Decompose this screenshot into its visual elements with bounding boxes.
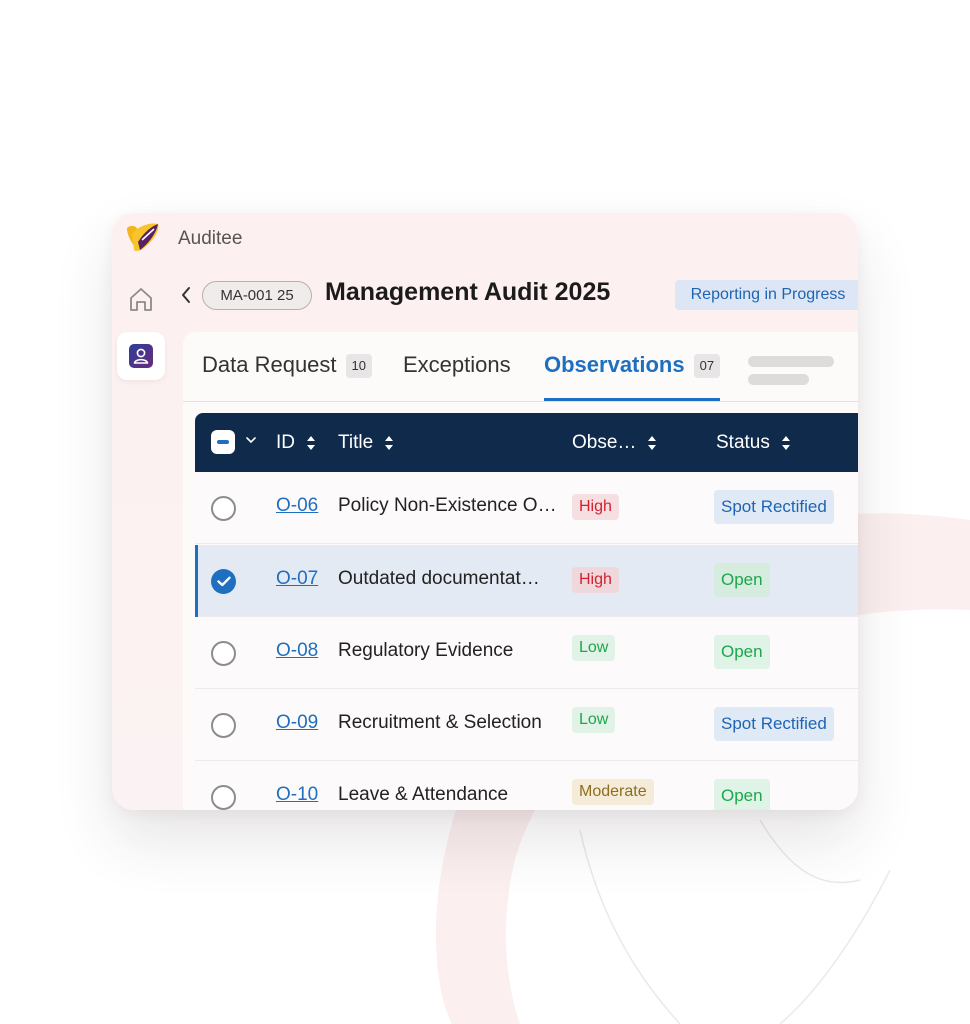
row-checkbox[interactable] (211, 641, 236, 666)
checkmark-icon (216, 576, 231, 587)
page-title: Management Audit 2025 (325, 278, 611, 306)
tab-label: Data Request (202, 352, 337, 377)
column-label: ID (276, 432, 295, 453)
row-checkbox[interactable] (211, 713, 236, 738)
chevron-left-icon[interactable] (180, 286, 192, 304)
table-row[interactable]: O-08 Regulatory Evidence Low Open (195, 617, 858, 689)
row-checkbox[interactable] (211, 569, 236, 594)
sidebar (112, 263, 170, 810)
app-window: Auditee MA-001 25 Management Audit 2025 … (112, 213, 858, 810)
observation-id-link[interactable]: O-06 (276, 495, 318, 517)
status-badge: Spot Rectified (714, 490, 834, 524)
loading-skeleton (748, 374, 809, 385)
status-badge: Open (714, 635, 770, 669)
tab-bar: Data Request 10 Exceptions Observations … (183, 332, 858, 402)
observation-title: Regulatory Evidence (338, 640, 514, 661)
select-all-checkbox[interactable] (211, 430, 235, 454)
auditee-logo-icon (127, 223, 159, 252)
chevron-down-icon[interactable] (246, 437, 256, 444)
status-badge: Spot Rectified (714, 707, 834, 741)
app-name: Auditee (178, 228, 243, 249)
row-checkbox[interactable] (211, 785, 236, 810)
sort-icon (307, 436, 315, 450)
tab-count-badge: 10 (345, 354, 372, 378)
sidebar-item-home[interactable] (117, 275, 165, 323)
loading-skeleton (748, 356, 834, 367)
severity-badge: Low (572, 635, 616, 661)
tab-exceptions[interactable]: Exceptions (403, 352, 511, 402)
column-header-observation[interactable]: Obse… (572, 432, 657, 454)
sort-icon (781, 436, 790, 450)
sidebar-item-profile[interactable] (117, 332, 165, 380)
column-header-id[interactable]: ID (276, 432, 315, 454)
observation-title: Recruitment & Selection (338, 712, 542, 733)
status-badge: Reporting in Progress (675, 280, 858, 310)
top-bar: Auditee (112, 213, 858, 263)
severity-badge: High (572, 494, 619, 520)
status-badge: Open (714, 779, 770, 810)
table-header: ID Title Obse… Status (195, 413, 858, 472)
status-badge: Open (714, 563, 770, 597)
column-label: Obse… (572, 432, 637, 453)
page-header: MA-001 25 Management Audit 2025 Reportin… (170, 263, 858, 332)
sort-icon (648, 436, 657, 450)
tab-observations[interactable]: Observations 07 (544, 352, 721, 401)
observation-id-link[interactable]: O-08 (276, 640, 318, 662)
sort-icon (385, 436, 394, 450)
row-checkbox[interactable] (211, 496, 236, 521)
column-label: Status (716, 432, 770, 453)
severity-badge: Low (572, 707, 616, 733)
severity-badge: High (572, 567, 619, 593)
observation-id-link[interactable]: O-07 (276, 568, 318, 590)
table-row[interactable]: O-09 Recruitment & Selection Low Spot Re… (195, 689, 858, 761)
severity-badge: Moderate (572, 779, 654, 805)
observation-id-link[interactable]: O-09 (276, 712, 318, 734)
user-profile-icon (129, 344, 153, 368)
column-label: Title (338, 432, 374, 453)
table-row[interactable]: O-07 Outdated documentat… High Open (195, 545, 858, 617)
home-icon (130, 288, 152, 311)
tab-data-request[interactable]: Data Request 10 (202, 352, 372, 402)
tab-label: Exceptions (403, 352, 511, 377)
tab-count-badge: 07 (693, 354, 721, 378)
column-header-title[interactable]: Title (338, 432, 394, 454)
column-header-status[interactable]: Status (716, 432, 790, 454)
audit-id-badge: MA-001 25 (202, 281, 312, 310)
observation-title: Outdated documentat… (338, 568, 540, 589)
tab-label: Observations (544, 352, 685, 377)
content-panel: Data Request 10 Exceptions Observations … (183, 332, 858, 810)
observations-table: ID Title Obse… Status O-06 Policy Non-Ex… (195, 413, 858, 810)
table-row[interactable]: O-10 Leave & Attendance Moderate Open (195, 761, 858, 810)
table-row[interactable]: O-06 Policy Non-Existence O… High Spot R… (195, 472, 858, 544)
observation-title: Policy Non-Existence O… (338, 495, 557, 516)
observation-title: Leave & Attendance (338, 784, 509, 805)
observation-id-link[interactable]: O-10 (276, 784, 318, 806)
